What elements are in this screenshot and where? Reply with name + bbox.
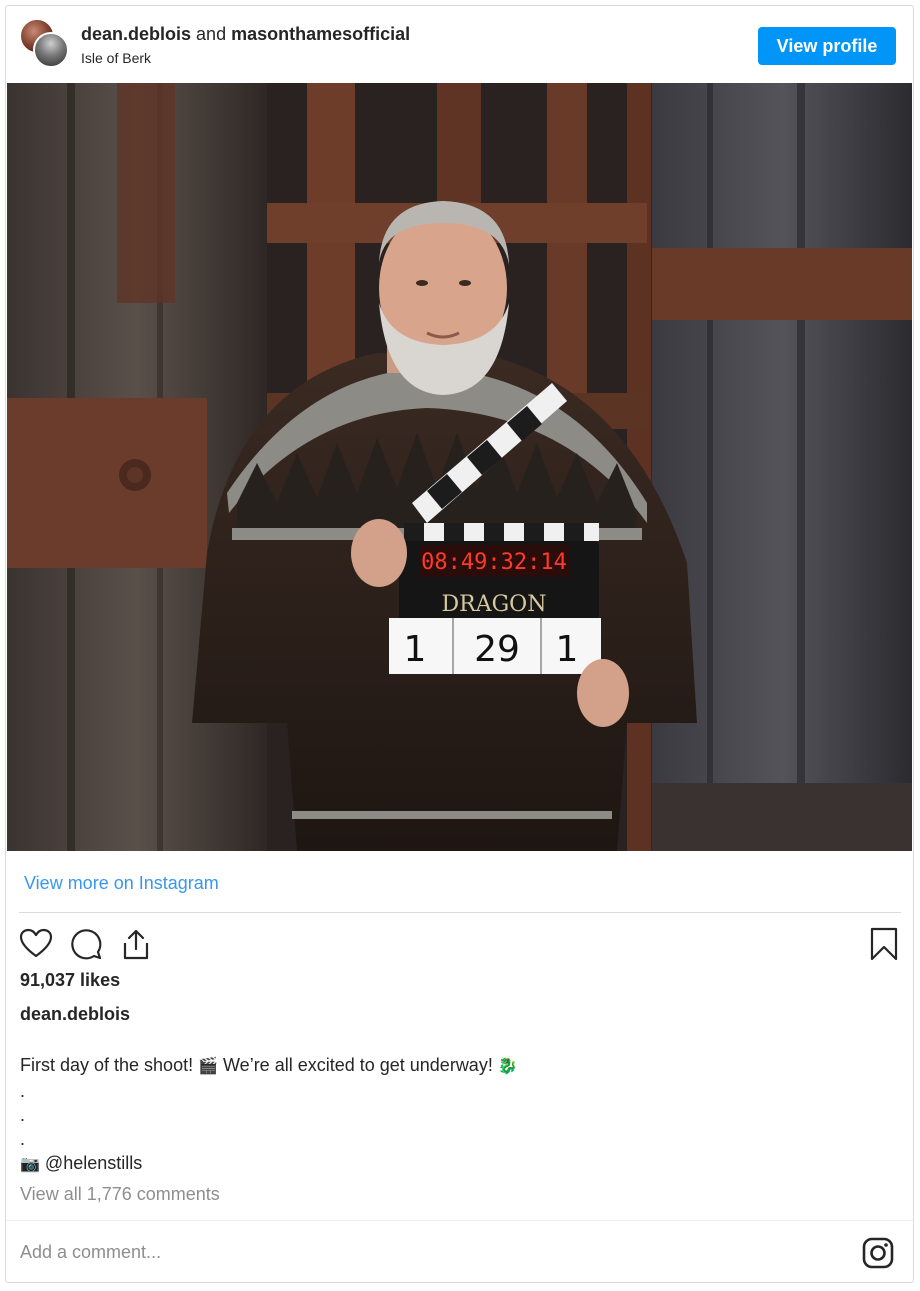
divider xyxy=(6,1220,913,1221)
clapper-slate-take: 1 xyxy=(556,629,579,670)
clapper-slate-scene: 29 xyxy=(474,629,520,670)
credit-mention-link[interactable]: @helenstills xyxy=(40,1153,142,1173)
caption-dot: . xyxy=(20,1129,26,1149)
view-all-comments-link[interactable]: View all 1,776 comments xyxy=(20,1184,220,1205)
camera-emoji: 📷 xyxy=(20,1156,40,1173)
owner-username[interactable]: dean.deblois xyxy=(20,1004,130,1025)
clapper-title: DRAGON xyxy=(442,592,547,617)
post-caption: First day of the shoot! 🎬 We’re all exci… xyxy=(20,1053,518,1177)
post-header: dean.deblois and masonthamesofficial Isl… xyxy=(6,6,913,82)
caption-dot: . xyxy=(20,1081,26,1101)
action-bar xyxy=(19,921,901,965)
view-more-link[interactable]: View more on Instagram xyxy=(24,873,219,894)
divider xyxy=(19,912,901,913)
caption-text: First day of the shoot! xyxy=(20,1055,199,1075)
comment-icon[interactable] xyxy=(69,927,103,961)
dragon-emoji: 🐉 xyxy=(497,1058,518,1075)
bookmark-icon[interactable] xyxy=(867,927,901,961)
add-comment-input[interactable]: Add a comment... xyxy=(20,1242,161,1263)
heart-icon[interactable] xyxy=(19,927,53,961)
caption-dot: . xyxy=(20,1105,26,1125)
caption-credit: 📷 @helenstills xyxy=(20,1151,518,1177)
author-conjunction: and xyxy=(196,24,227,44)
caption-text: We’re all excited to get underway! xyxy=(218,1055,498,1075)
view-profile-button[interactable]: View profile xyxy=(758,27,896,65)
post-authors: dean.deblois and masonthamesofficial xyxy=(81,24,410,45)
instagram-logo-icon[interactable] xyxy=(861,1236,895,1270)
clapper-slate-roll: 1 xyxy=(404,629,427,670)
post-photo[interactable]: 08:49:32:14 DRAGON 1 29 1 xyxy=(7,83,912,851)
caption-line: First day of the shoot! 🎬 We’re all exci… xyxy=(20,1053,518,1079)
location-link[interactable]: Isle of Berk xyxy=(81,50,151,66)
clapper-timecode: 08:49:32:14 xyxy=(421,550,567,575)
avatar[interactable] xyxy=(33,32,69,68)
likes-count[interactable]: 91,037 likes xyxy=(20,970,120,991)
collab-avatars[interactable] xyxy=(19,18,71,70)
username-link[interactable]: dean.deblois xyxy=(81,24,191,44)
clapper-emoji: 🎬 xyxy=(198,1058,219,1075)
share-icon[interactable] xyxy=(119,927,153,961)
username-link[interactable]: masonthamesofficial xyxy=(231,24,410,44)
instagram-embed: dean.deblois and masonthamesofficial Isl… xyxy=(5,5,914,1283)
